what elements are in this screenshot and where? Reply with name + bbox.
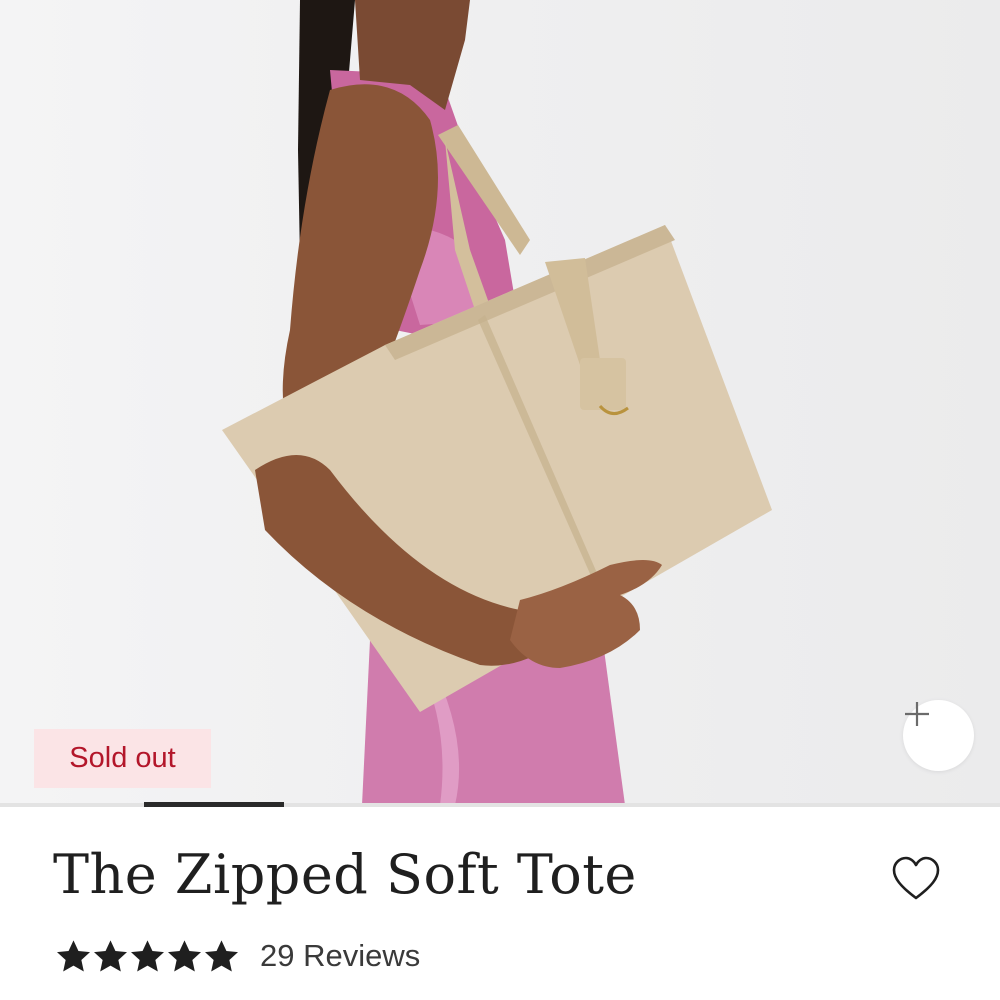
wishlist-button[interactable] xyxy=(890,854,942,906)
star-icon xyxy=(131,939,164,971)
gallery-progress-indicator xyxy=(144,802,284,807)
product-rating[interactable]: 29 Reviews xyxy=(55,932,420,980)
heart-icon xyxy=(892,856,940,900)
expand-image-button[interactable] xyxy=(903,700,974,771)
product-photo xyxy=(222,0,772,805)
star-icon xyxy=(168,939,201,971)
product-image[interactable]: Sold out xyxy=(0,0,1000,805)
rating-stars xyxy=(55,938,240,975)
product-title: The Zipped Soft Tote xyxy=(53,843,637,906)
reviews-link[interactable]: 29 Reviews xyxy=(260,938,420,974)
sold-out-label: Sold out xyxy=(69,742,176,774)
star-icon xyxy=(205,939,238,971)
star-icon xyxy=(57,939,90,971)
plus-icon xyxy=(905,702,929,726)
sold-out-badge: Sold out xyxy=(34,729,211,788)
star-icon xyxy=(94,939,127,971)
